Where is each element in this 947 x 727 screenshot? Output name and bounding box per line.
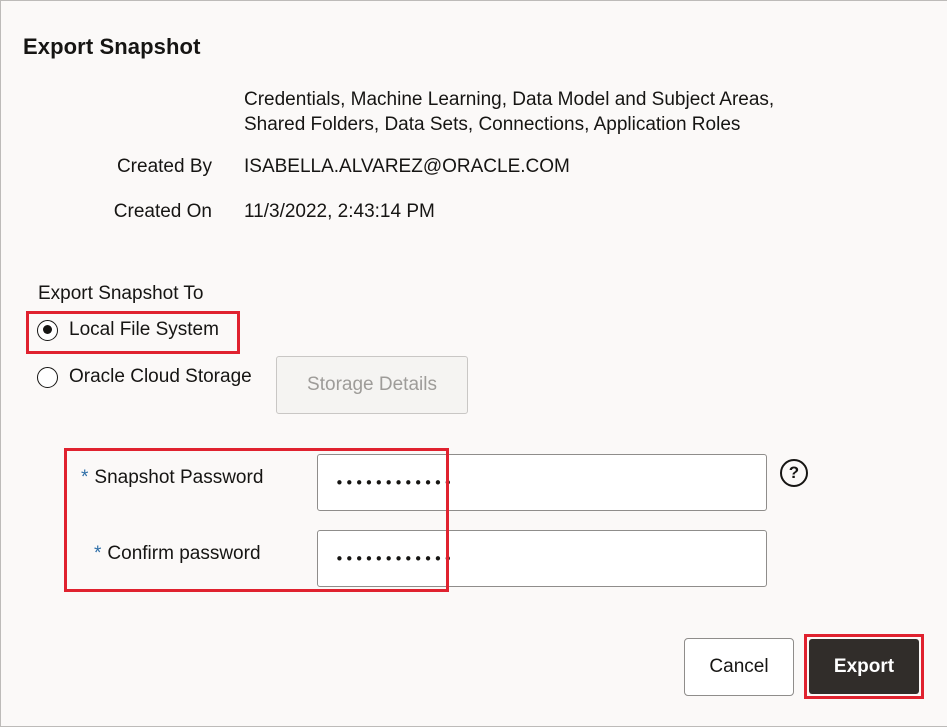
created-on-label: Created On [113, 201, 212, 222]
export-snapshot-dialog: Export Snapshot Credentials, Machine Lea… [0, 0, 947, 727]
content-list-line-1: Credentials, Machine Learning, Data Mode… [244, 89, 775, 110]
required-marker: * [94, 543, 102, 564]
snapshot-password-text: Snapshot Password [94, 467, 264, 488]
snapshot-password-label: * Snapshot Password [81, 467, 263, 489]
created-by-value: ISABELLA.ALVAREZ@ORACLE.COM [244, 156, 570, 177]
radio-oracle-cloud-storage[interactable]: Oracle Cloud Storage [37, 363, 252, 391]
radio-label-local: Local File System [69, 319, 219, 340]
created-by-label: Created By [116, 156, 212, 177]
radio-label-cloud: Oracle Cloud Storage [69, 366, 252, 387]
content-list-line-2: Shared Folders, Data Sets, Connections, … [244, 114, 741, 135]
radio-selected-icon[interactable] [37, 319, 58, 341]
required-marker: * [81, 467, 89, 488]
export-to-label: Export Snapshot To [38, 283, 204, 304]
confirm-password-input[interactable] [317, 530, 767, 587]
radio-unselected-icon[interactable] [37, 366, 58, 388]
dialog-title: Export Snapshot [23, 34, 201, 59]
confirm-password-label: * Confirm password [94, 543, 261, 565]
cancel-button[interactable]: Cancel [684, 638, 794, 696]
radio-local-file-system[interactable]: Local File System [37, 316, 219, 344]
storage-details-button[interactable]: Storage Details [276, 356, 468, 414]
created-on-value: 11/3/2022, 2:43:14 PM [244, 201, 435, 222]
question-circle-icon[interactable]: ? [780, 459, 808, 487]
confirm-password-text: Confirm password [107, 543, 261, 564]
export-button[interactable]: Export [809, 639, 919, 694]
snapshot-password-input[interactable] [317, 454, 767, 511]
